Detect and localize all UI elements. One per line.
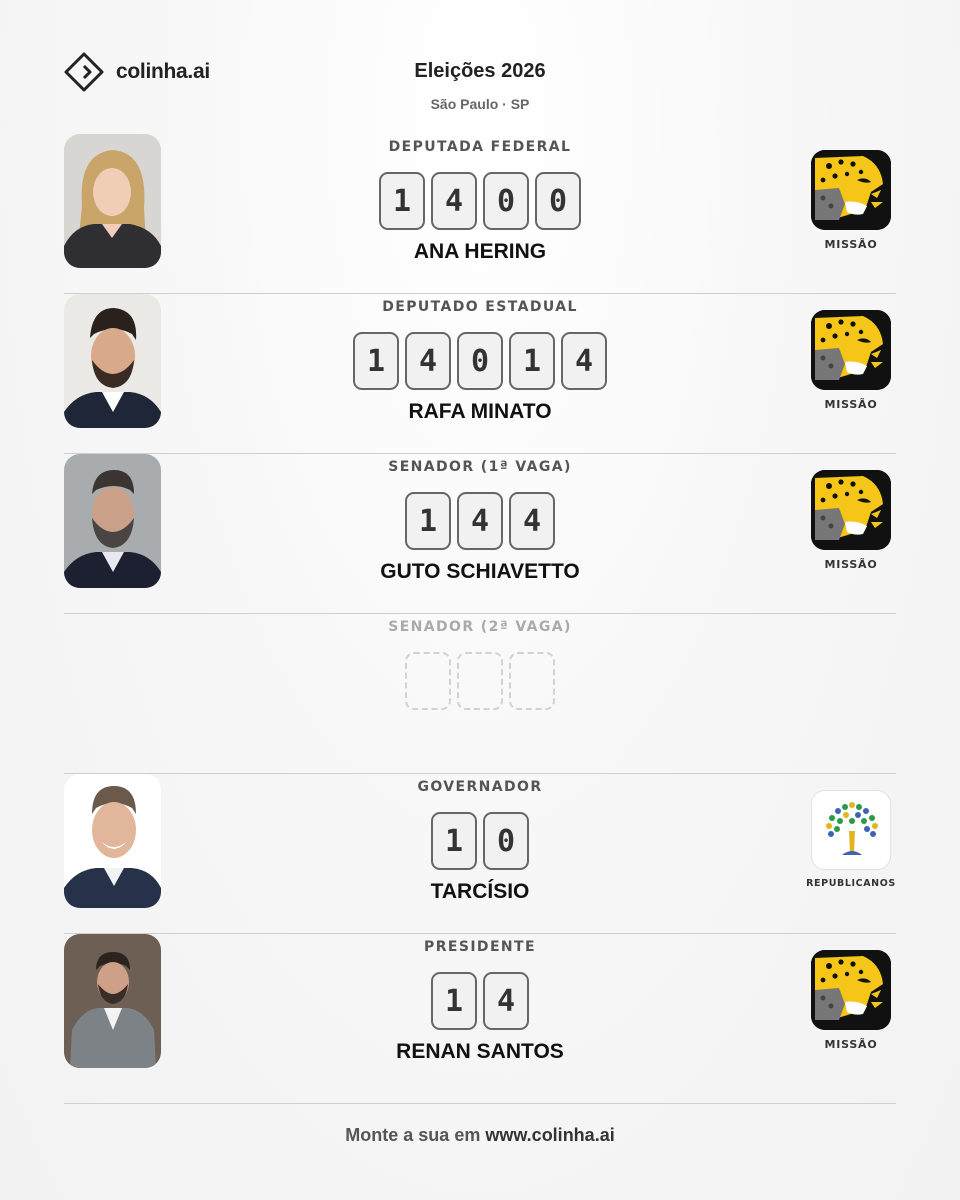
number-digit: 0: [535, 172, 581, 230]
header: colinha.ai Eleições 2026 São Paulo · SP: [0, 0, 960, 130]
footer-text: Monte a sua em: [345, 1125, 486, 1145]
ballot-row: GOVERNADOR 1 0 TARCÍSIO REPUBLICANOS: [64, 774, 896, 934]
number-digit: 1: [405, 492, 451, 550]
empty-digit-slot[interactable]: [509, 652, 555, 710]
number-digit: 0: [483, 812, 529, 870]
party-label: MISSÃO: [824, 398, 878, 411]
number-digit: 1: [431, 972, 477, 1030]
number-digit: 1: [379, 172, 425, 230]
footer-cta: Monte a sua em www.colinha.ai: [0, 1125, 960, 1146]
candidate-name: TARCÍSIO: [430, 880, 530, 903]
jaguar-icon: [811, 150, 891, 230]
office-title: DEPUTADA FEDERAL: [388, 139, 572, 155]
number-digit: 4: [509, 492, 555, 550]
party-label: REPUBLICANOS: [806, 878, 896, 889]
page-subtitle: São Paulo · SP: [430, 96, 530, 112]
ballot-row: SENADOR (1ª VAGA) 1 4 4 GUTO SCHIAVETTO …: [64, 454, 896, 614]
jaguar-icon: [811, 470, 891, 550]
number-digit: 1: [509, 332, 555, 390]
number-digit: 4: [431, 172, 477, 230]
candidate-name: RAFA MINATO: [408, 400, 552, 423]
number-digit: 4: [483, 972, 529, 1030]
ballot-row: PRESIDENTE 1 4 RENAN SANTOS MISSÃO: [64, 934, 896, 1094]
empty-digit-slot[interactable]: [457, 652, 503, 710]
footer-divider: [64, 1103, 896, 1104]
page-title: Eleições 2026: [414, 60, 546, 82]
party-badge: MISSÃO: [806, 470, 896, 571]
party-label: MISSÃO: [824, 558, 878, 571]
ballot-row: DEPUTADA FEDERAL 1 4 0 0 ANA HERING MISS…: [64, 134, 896, 294]
jaguar-icon: [811, 310, 891, 390]
party-badge: REPUBLICANOS: [806, 790, 896, 889]
office-title: PRESIDENTE: [424, 939, 536, 955]
number-digit: 0: [483, 172, 529, 230]
candidate-name: RENAN SANTOS: [396, 1040, 564, 1063]
jaguar-icon: [811, 950, 891, 1030]
number-boxes: 1 4 0 1 4: [64, 332, 896, 390]
number-digit: 1: [353, 332, 399, 390]
number-boxes[interactable]: [64, 652, 896, 710]
office-title: GOVERNADOR: [417, 779, 543, 795]
ballot-row-empty: SENADOR (2ª VAGA): [64, 614, 896, 774]
ballot-row: DEPUTADO ESTADUAL 1 4 0 1 4 RAFA MINATO …: [64, 294, 896, 454]
office-title: DEPUTADO ESTADUAL: [382, 299, 578, 315]
empty-digit-slot[interactable]: [405, 652, 451, 710]
number-digit: 1: [431, 812, 477, 870]
party-badge: MISSÃO: [806, 950, 896, 1051]
party-badge: MISSÃO: [806, 310, 896, 411]
number-boxes: 1 4: [64, 972, 896, 1030]
party-label: MISSÃO: [824, 238, 878, 251]
party-label: MISSÃO: [824, 1038, 878, 1051]
party-badge: MISSÃO: [806, 150, 896, 251]
number-digit: 0: [457, 332, 503, 390]
footer-link[interactable]: www.colinha.ai: [485, 1125, 614, 1145]
number-boxes: 1 0: [64, 812, 896, 870]
number-digit: 4: [457, 492, 503, 550]
office-title: SENADOR (1ª VAGA): [388, 459, 572, 475]
office-title: SENADOR (2ª VAGA): [388, 619, 572, 635]
candidate-name: ANA HERING: [413, 240, 547, 263]
tree-icon: [811, 790, 891, 870]
number-digit: 4: [561, 332, 607, 390]
number-digit: 4: [405, 332, 451, 390]
number-boxes: 1 4 0 0: [64, 172, 896, 230]
candidate-name: GUTO SCHIAVETTO: [380, 560, 580, 583]
number-boxes: 1 4 4: [64, 492, 896, 550]
